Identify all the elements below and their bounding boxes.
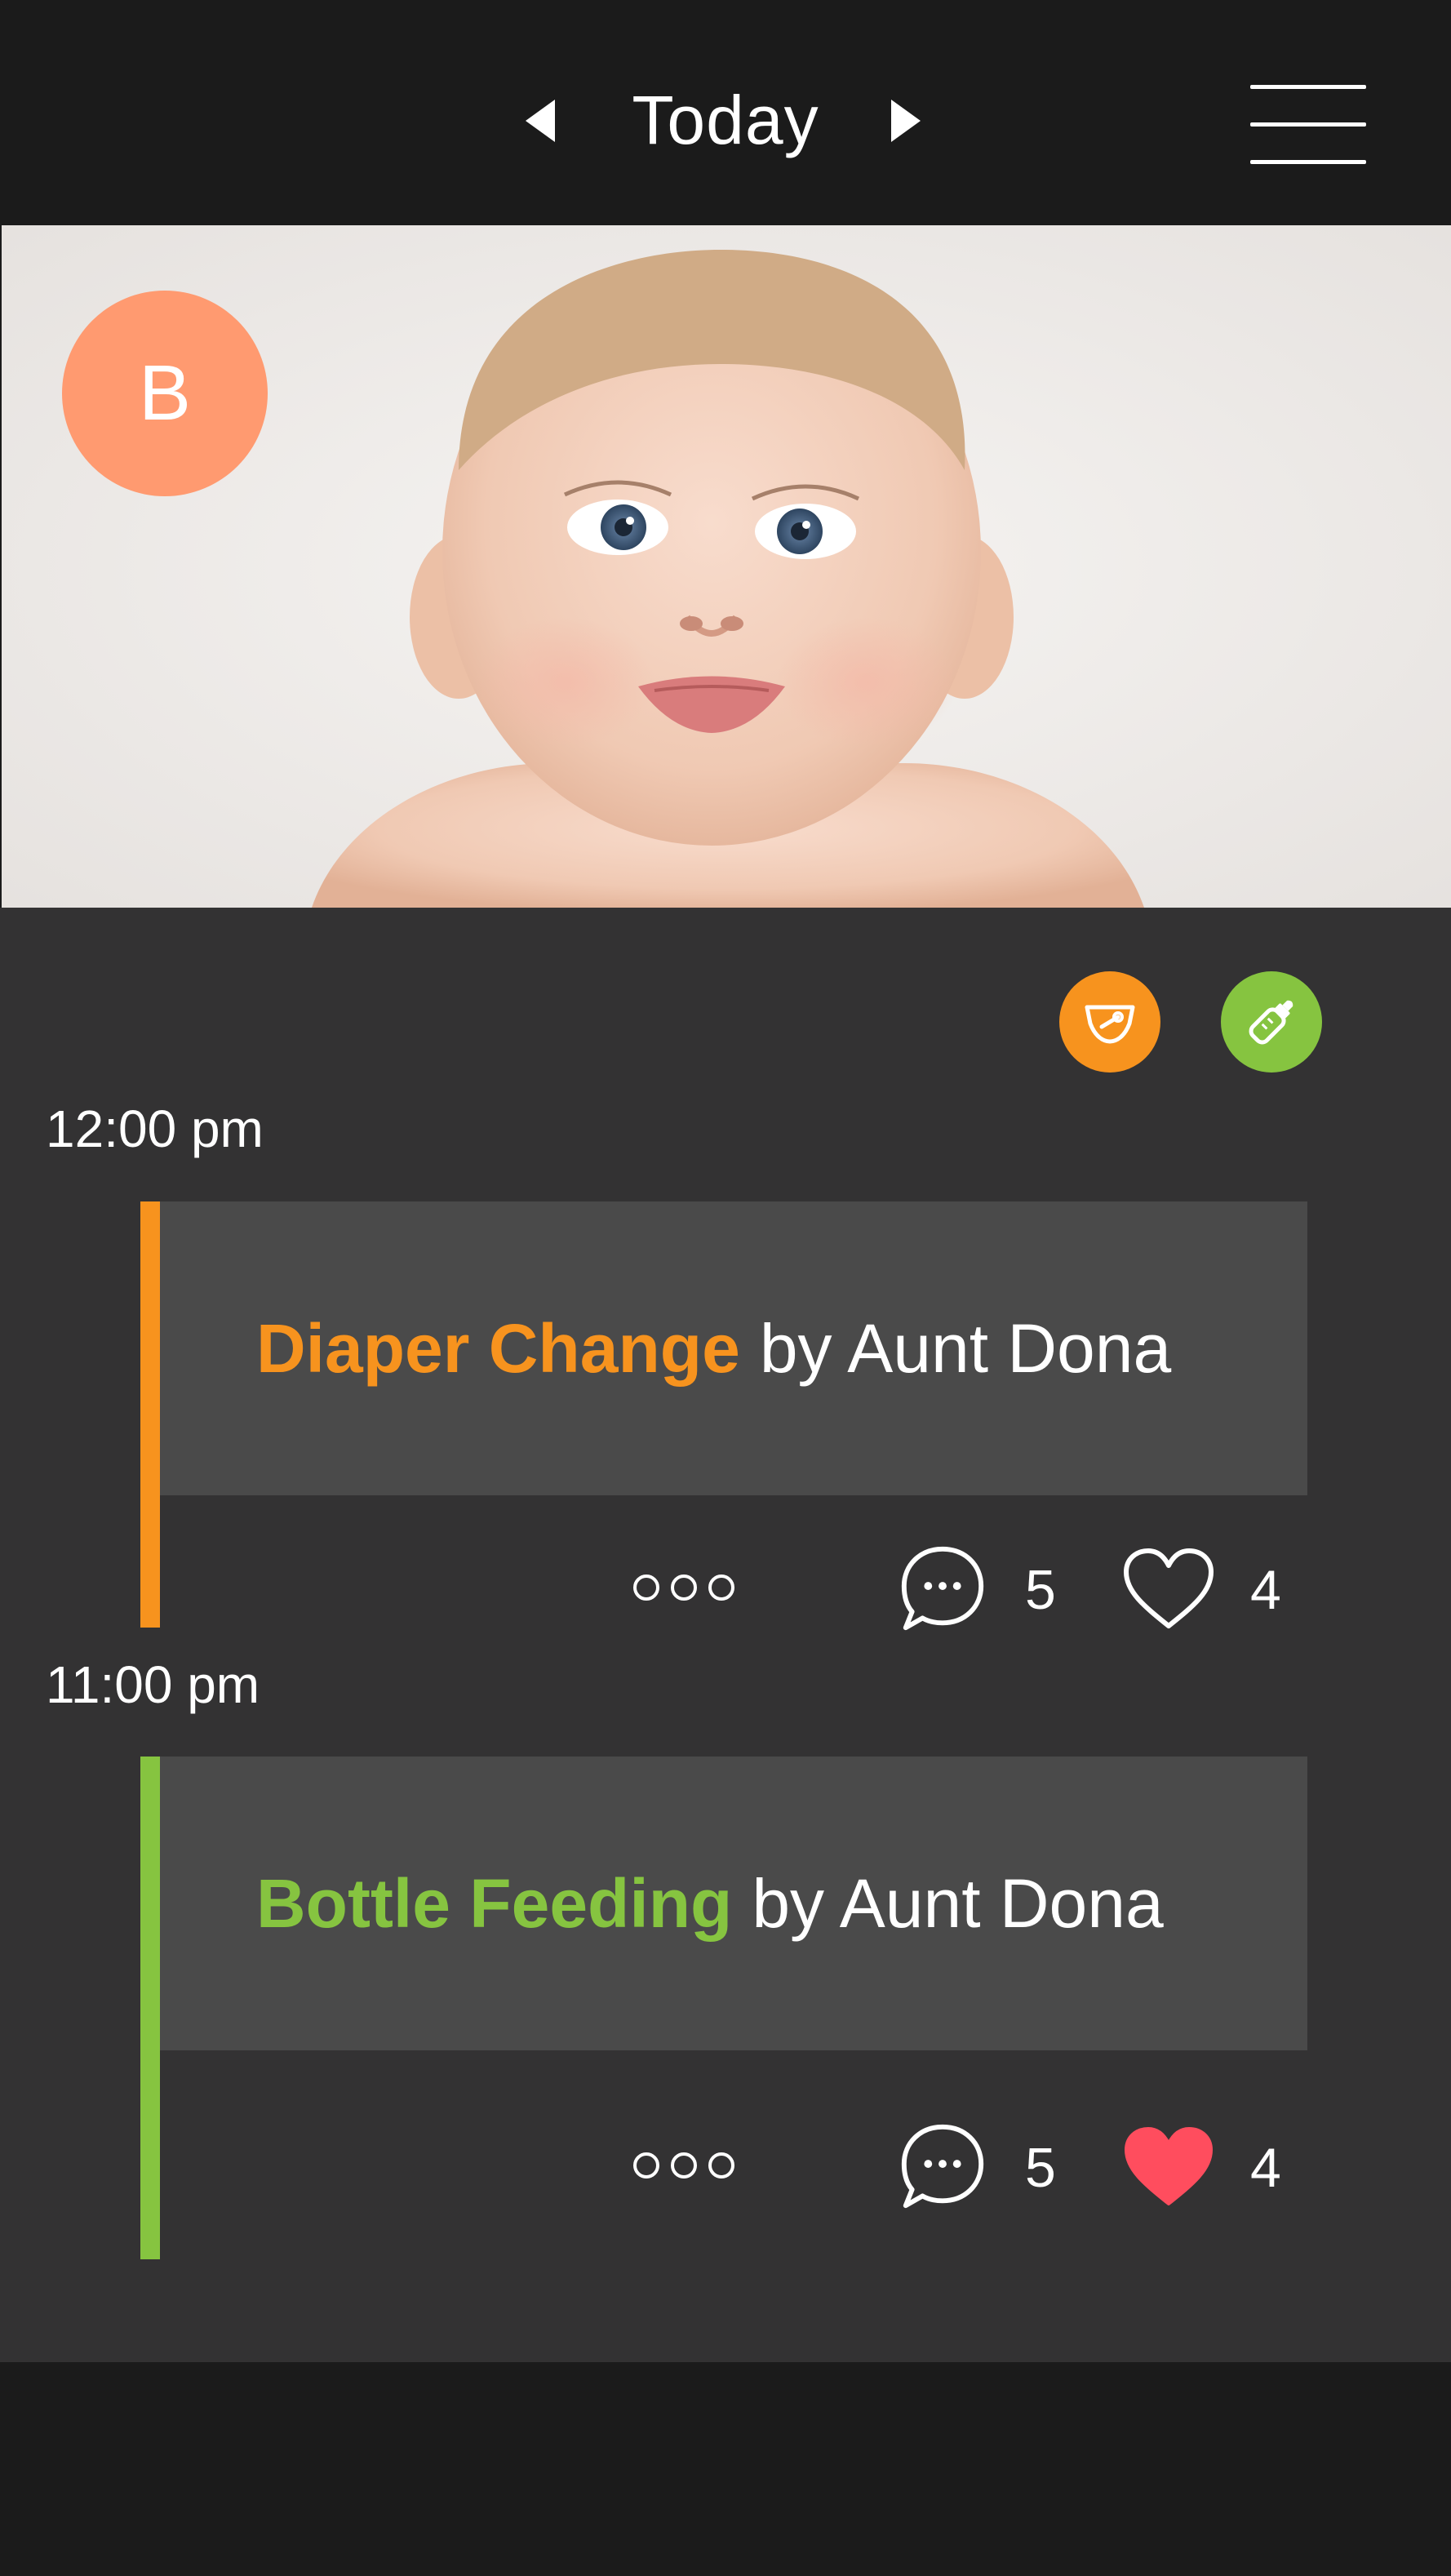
entry-author: by Aunt Dona [752, 1864, 1164, 1942]
next-day-button[interactable] [881, 96, 930, 145]
bottle-filter-button[interactable] [1221, 971, 1322, 1073]
like-count: 4 [1250, 1559, 1281, 1621]
entry-card[interactable]: Bottle Feeding by Aunt Dona [160, 1757, 1307, 2050]
hamburger-menu-icon[interactable] [1247, 78, 1369, 171]
more-options-icon[interactable] [633, 1567, 748, 1608]
page-title: Today [632, 82, 819, 158]
entry-time: 12:00 pm [46, 1099, 264, 1158]
diaper-icon [1085, 1005, 1135, 1044]
comment-count: 5 [1025, 2137, 1056, 2199]
heart-outline-icon[interactable] [1120, 1544, 1218, 1634]
heart-filled-icon[interactable] [1120, 2122, 1218, 2212]
entry-actions: 5 4 [160, 2112, 1307, 2218]
entry-accent-bar [140, 1757, 160, 2259]
entry-actions: 5 4 [160, 1534, 1307, 1641]
bottle-icon [1249, 1000, 1293, 1045]
chevron-right-icon [891, 100, 921, 142]
baby-avatar[interactable]: B [62, 291, 268, 496]
entry-type: Bottle Feeding [256, 1864, 733, 1942]
entry-card[interactable]: Diaper Change by Aunt Dona [160, 1201, 1307, 1495]
comment-icon[interactable] [894, 1541, 991, 1637]
comment-count: 5 [1025, 1559, 1056, 1621]
like-count: 4 [1250, 2137, 1281, 2199]
top-bar: Today [0, 0, 1451, 225]
diaper-filter-button[interactable] [1059, 971, 1160, 1073]
entry-accent-bar [140, 1201, 160, 1628]
entry-type: Diaper Change [256, 1309, 740, 1387]
comment-icon[interactable] [894, 2119, 991, 2215]
more-options-icon[interactable] [633, 2145, 748, 2186]
entry-time: 11:00 pm [46, 1655, 260, 1714]
entry-author: by Aunt Dona [759, 1309, 1172, 1387]
